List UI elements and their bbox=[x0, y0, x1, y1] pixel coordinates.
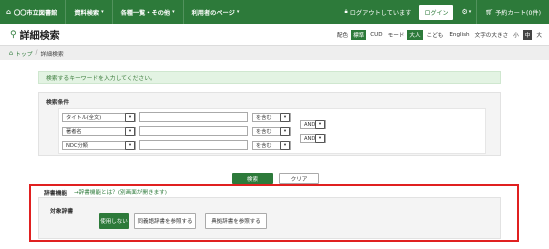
search-conditions-panel: 検索条件 タイトル(全文) ▾ を含む ▾ 著者名 ▾ を含む ▾ AND ▾ … bbox=[38, 92, 501, 156]
chevron-down-icon: ▾ bbox=[280, 127, 290, 136]
field-select-3[interactable]: NDC分類 ▾ bbox=[62, 141, 136, 150]
search-conditions-label: 検索条件 bbox=[46, 100, 70, 106]
match-select-3[interactable]: を含む ▾ bbox=[252, 141, 291, 150]
field-select-value: NDC分類 bbox=[66, 143, 88, 149]
keyword-input-2[interactable] bbox=[139, 126, 248, 136]
font-size-label: 文字の大きさ bbox=[474, 32, 509, 39]
login-button[interactable]: ログイン bbox=[419, 4, 454, 20]
chevron-down-icon: ▾ bbox=[468, 9, 472, 15]
match-select-value: を含む bbox=[256, 129, 272, 135]
library-brand-link[interactable]: ⌂ 〇〇市立図書館 bbox=[0, 8, 57, 17]
logout-status: 🔒︎ ログアウトしています bbox=[340, 8, 417, 17]
chevron-down-icon: ▾ bbox=[280, 113, 290, 122]
chevron-down-icon: ▾ bbox=[101, 9, 104, 15]
top-navigation-bar: ⌂ 〇〇市立図書館 資料検索 ▾ 各種一覧・その他 ▾ 利用者のページ ▾ 🔒︎… bbox=[0, 0, 549, 24]
font-size-small-option[interactable]: 小 bbox=[511, 30, 521, 40]
dictionary-highlight-frame bbox=[29, 184, 519, 242]
menu-item-label: 各種一覧・その他 bbox=[120, 9, 171, 17]
keyword-input-1[interactable] bbox=[139, 112, 248, 122]
keyword-input-3[interactable] bbox=[139, 140, 248, 150]
search-icon: ⚲ bbox=[10, 29, 17, 40]
cart-icon: 🛒︎ bbox=[485, 9, 494, 16]
operator-select-value: AND bbox=[304, 121, 316, 128]
menu-item-lists-other[interactable]: 各種一覧・その他 ▾ bbox=[111, 0, 183, 24]
color-scheme-label: 配色 bbox=[336, 32, 349, 39]
page-title-text: 詳細検索 bbox=[19, 31, 60, 42]
match-select-value: を含む bbox=[256, 115, 272, 121]
lock-icon: 🔒︎ bbox=[344, 8, 348, 15]
chevron-down-icon: ▾ bbox=[125, 113, 135, 122]
field-select-2[interactable]: 著者名 ▾ bbox=[62, 127, 136, 136]
chevron-down-icon: ▾ bbox=[236, 9, 240, 15]
account-area: 🔒︎ ログアウトしています ログイン ⚙ ▾ 🛒︎ 予約カート(0件) bbox=[340, 0, 549, 24]
chevron-down-icon: ▾ bbox=[125, 141, 135, 150]
clear-button[interactable]: クリア bbox=[279, 173, 319, 184]
chevron-down-icon: ▾ bbox=[315, 134, 325, 143]
settings-menu[interactable]: ⚙ ▾ bbox=[456, 8, 476, 16]
menu-item-user-page[interactable]: 利用者のページ ▾ bbox=[182, 0, 248, 24]
match-select-value: を含む bbox=[256, 143, 272, 149]
field-select-value: タイトル(全文) bbox=[66, 115, 102, 121]
accessibility-options: 配色 標準 CUD モード 大人 こども English 文字の大きさ 小 中 … bbox=[335, 29, 549, 40]
page-heading-row: ⚲ 詳細検索 配色 標準 CUD モード 大人 こども English 文字の大… bbox=[0, 24, 549, 46]
search-button[interactable]: 検索 bbox=[232, 173, 273, 184]
mode-kids-option[interactable]: こども bbox=[425, 30, 446, 40]
chevron-down-icon: ▾ bbox=[280, 141, 290, 150]
field-select-1[interactable]: タイトル(全文) ▾ bbox=[62, 113, 136, 122]
match-select-1[interactable]: を含む ▾ bbox=[252, 113, 291, 122]
font-size-large-option[interactable]: 大 bbox=[534, 30, 544, 40]
field-select-value: 著者名 bbox=[66, 129, 82, 135]
mode-label: モード bbox=[387, 32, 405, 39]
search-conditions-box: タイトル(全文) ▾ を含む ▾ 著者名 ▾ を含む ▾ AND ▾ NDC分類… bbox=[58, 108, 486, 154]
english-option[interactable]: English bbox=[447, 31, 471, 39]
chevron-down-icon: ▾ bbox=[315, 120, 325, 129]
breadcrumb-home-link[interactable]: トップ bbox=[15, 49, 32, 58]
breadcrumb: ⌂ トップ / 詳細検索 bbox=[0, 46, 549, 60]
chevron-down-icon: ▾ bbox=[125, 127, 135, 136]
gear-icon: ⚙ bbox=[461, 8, 468, 16]
breadcrumb-current: 詳細検索 bbox=[40, 51, 64, 58]
main-menu: 資料検索 ▾ 各種一覧・その他 ▾ 利用者のページ ▾ bbox=[65, 0, 247, 24]
logout-status-text: ログアウトしています bbox=[349, 9, 412, 17]
reservation-cart-label: 予約カート(0件) bbox=[495, 9, 541, 17]
breadcrumb-separator: / bbox=[35, 50, 38, 56]
operator-select-value: AND bbox=[304, 135, 316, 142]
home-icon: ⌂ bbox=[9, 49, 14, 57]
match-select-2[interactable]: を含む ▾ bbox=[252, 127, 291, 136]
mode-adult-option[interactable]: 大人 bbox=[407, 29, 423, 40]
menu-item-material-search[interactable]: 資料検索 ▾ bbox=[65, 0, 111, 24]
color-standard-option[interactable]: 標準 bbox=[351, 29, 367, 40]
library-name: 〇〇市立図書館 bbox=[14, 9, 58, 17]
keyword-alert: 検索するキーワードを入力してください。 bbox=[38, 71, 501, 84]
menu-item-label: 利用者のページ bbox=[191, 9, 235, 17]
chevron-down-icon: ▾ bbox=[172, 9, 175, 15]
home-icon: ⌂ bbox=[6, 8, 12, 16]
font-size-medium-option[interactable]: 中 bbox=[522, 29, 533, 40]
menu-item-label: 資料検索 bbox=[74, 9, 100, 17]
page-title: ⚲ 詳細検索 bbox=[0, 27, 60, 43]
operator-select-1[interactable]: AND ▾ bbox=[300, 120, 326, 129]
operator-select-2[interactable]: AND ▾ bbox=[300, 134, 326, 143]
reservation-cart-link[interactable]: 🛒︎ 予約カート(0件) bbox=[476, 0, 549, 24]
color-cud-option[interactable]: CUD bbox=[368, 31, 384, 39]
